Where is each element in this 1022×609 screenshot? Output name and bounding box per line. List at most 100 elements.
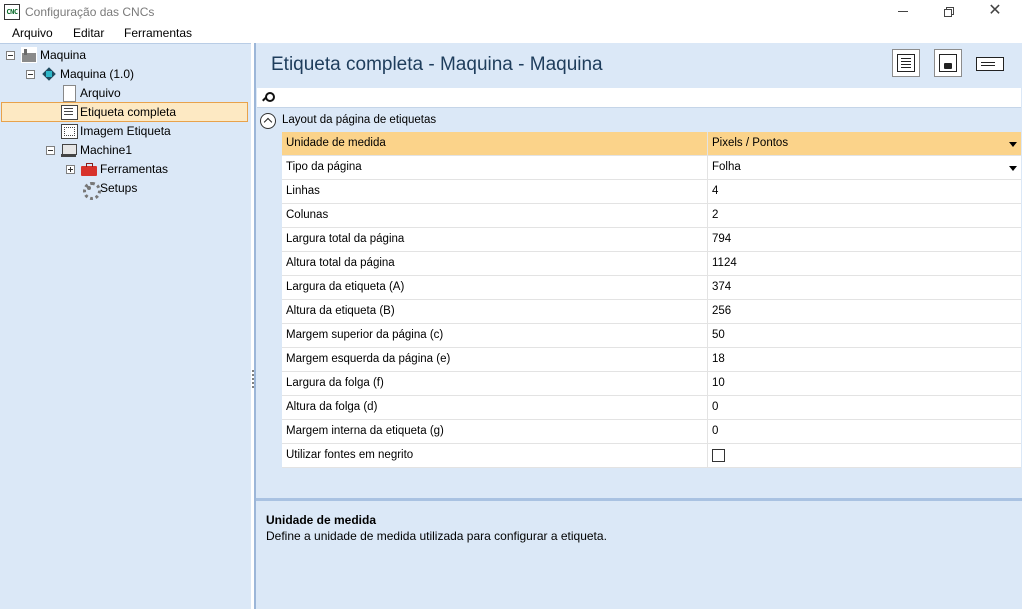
property-row-altura-total[interactable]: Altura total da página 1124 [257, 252, 1021, 276]
property-value[interactable]: 10 [708, 372, 1021, 396]
property-value[interactable]: 1124 [708, 252, 1021, 276]
tree-node-label: Maquina (1.0) [60, 67, 135, 81]
image-label-view-button[interactable] [934, 49, 962, 77]
expand-icon[interactable] [66, 164, 75, 174]
close-icon: ✕ [988, 2, 1002, 19]
property-row-margem-esquerda[interactable]: Margem esquerda da página (e) 18 [257, 348, 1021, 372]
property-row-largura-etiqueta[interactable]: Largura da etiqueta (A) 374 [257, 276, 1021, 300]
property-name: Linhas [282, 180, 708, 204]
tree-node-machine1[interactable]: Machine1 [46, 141, 132, 159]
property-value[interactable]: 18 [708, 348, 1021, 372]
property-value[interactable]: 256 [708, 300, 1021, 324]
property-row-linhas[interactable]: Linhas 4 [257, 180, 1021, 204]
tree-node-label: Setups [100, 181, 138, 195]
toolbox-icon [81, 161, 97, 177]
row-gutter [257, 324, 282, 348]
property-row-altura-folga[interactable]: Altura da folga (d) 0 [257, 396, 1021, 420]
category-label: Layout da página de etiquetas [282, 114, 437, 126]
property-value-cell [708, 444, 1021, 468]
image-label-view-icon [939, 54, 957, 72]
property-name: Largura da etiqueta (A) [282, 276, 708, 300]
row-gutter [257, 204, 282, 228]
minimize-button[interactable] [880, 0, 926, 24]
restore-button[interactable] [926, 0, 972, 24]
help-splitter[interactable] [256, 498, 1022, 501]
collapse-icon[interactable] [26, 69, 35, 79]
property-name: Margem superior da página (c) [282, 324, 708, 348]
property-value-dropdown[interactable]: Folha [708, 156, 1021, 180]
property-name: Tipo da página [282, 156, 708, 180]
search-input[interactable] [279, 90, 1009, 106]
gear-icon [81, 180, 101, 200]
tree-node-label: Ferramentas [100, 162, 169, 176]
chevron-down-icon[interactable] [1009, 166, 1017, 171]
menu-ferramentas[interactable]: Ferramentas [124, 26, 192, 40]
tree-node-maquina-version[interactable]: Maquina (1.0) [26, 65, 134, 83]
text-label-view-icon [976, 57, 1004, 71]
menu-editar[interactable]: Editar [73, 26, 104, 40]
title-bar: CNC Configuração das CNCs ✕ [0, 0, 1022, 24]
tree-node-label: Etiqueta completa [80, 105, 177, 119]
bold-fonts-checkbox[interactable] [712, 449, 725, 462]
property-value-dropdown[interactable]: Pixels / Pontos [708, 132, 1021, 156]
property-row-altura-etiqueta[interactable]: Altura da etiqueta (B) 256 [257, 300, 1021, 324]
property-value[interactable]: 0 [708, 396, 1021, 420]
property-search [257, 88, 1021, 108]
close-button[interactable]: ✕ [972, 0, 1018, 24]
property-value[interactable]: 4 [708, 180, 1021, 204]
text-label-view-button[interactable] [976, 49, 1004, 77]
property-name: Margem interna da etiqueta (g) [282, 420, 708, 444]
property-row-fontes-negrito[interactable]: Utilizar fontes em negrito [257, 444, 1021, 468]
help-title: Unidade de medida [266, 513, 377, 527]
row-gutter [257, 228, 282, 252]
tree-node-ferramentas[interactable]: Ferramentas [66, 160, 168, 178]
property-name: Largura total da página [282, 228, 708, 252]
factory-icon [21, 47, 37, 63]
property-value[interactable]: 374 [708, 276, 1021, 300]
row-gutter [257, 420, 282, 444]
row-gutter [257, 180, 282, 204]
tree-node-setups[interactable]: Setups [81, 179, 138, 200]
property-category[interactable]: Layout da página de etiquetas [257, 110, 1021, 132]
properties-panel: Etiqueta completa - Maquina - Maquina La… [256, 43, 1022, 609]
page-title: Etiqueta completa - Maquina - Maquina [271, 54, 603, 75]
full-label-view-button[interactable] [892, 49, 920, 77]
property-row-tipo-da-pagina[interactable]: Tipo da página Folha [257, 156, 1021, 180]
property-row-margem-superior[interactable]: Margem superior da página (c) 50 [257, 324, 1021, 348]
tree-node-maquina[interactable]: Maquina [6, 46, 86, 64]
tree-node-imagem-etiqueta[interactable]: Imagem Etiqueta [61, 122, 171, 140]
property-row-largura-folga[interactable]: Largura da folga (f) 10 [257, 372, 1021, 396]
minimize-icon [898, 11, 908, 12]
tree-node-label: Imagem Etiqueta [80, 124, 171, 138]
search-icon [261, 92, 275, 104]
tree-node-arquivo[interactable]: Arquivo [61, 84, 121, 102]
property-value[interactable]: 794 [708, 228, 1021, 252]
full-label-view-icon [897, 54, 915, 72]
document-icon [61, 85, 77, 102]
property-value[interactable]: 0 [708, 420, 1021, 444]
property-name: Altura da etiqueta (B) [282, 300, 708, 324]
row-gutter [257, 252, 282, 276]
property-name: Altura da folga (d) [282, 396, 708, 420]
machine-icon [61, 142, 77, 158]
tree-node-etiqueta-completa[interactable]: Etiqueta completa [61, 103, 176, 121]
property-name: Largura da folga (f) [282, 372, 708, 396]
cnc-app-icon: CNC [4, 4, 20, 20]
collapse-icon[interactable] [46, 145, 55, 155]
window-title: Configuração das CNCs [25, 5, 155, 19]
property-name: Colunas [282, 204, 708, 228]
property-value[interactable]: 50 [708, 324, 1021, 348]
property-row-margem-interna[interactable]: Margem interna da etiqueta (g) 0 [257, 420, 1021, 444]
chevron-down-icon[interactable] [1009, 142, 1017, 147]
row-gutter [257, 276, 282, 300]
property-row-unidade-de-medida[interactable]: Unidade de medida Pixels / Pontos [257, 132, 1021, 156]
property-row-colunas[interactable]: Colunas 2 [257, 204, 1021, 228]
property-row-largura-total[interactable]: Largura total da página 794 [257, 228, 1021, 252]
property-value[interactable]: 2 [708, 204, 1021, 228]
property-value: Folha [712, 161, 741, 173]
splitter-grip-icon[interactable] [252, 370, 254, 388]
cube-icon [41, 66, 57, 82]
chevron-up-icon[interactable] [260, 113, 276, 129]
menu-arquivo[interactable]: Arquivo [12, 26, 53, 40]
collapse-icon[interactable] [6, 50, 15, 60]
